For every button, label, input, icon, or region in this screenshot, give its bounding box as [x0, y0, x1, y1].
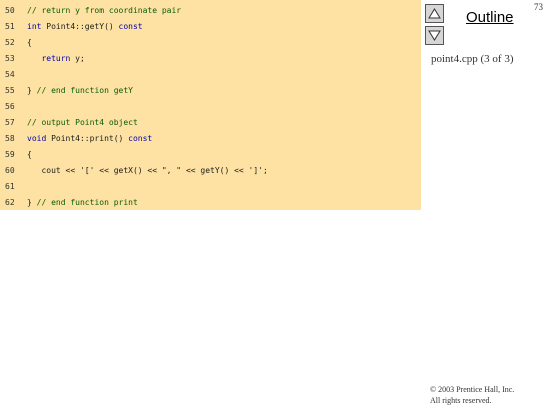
- code-keyword-text: return: [41, 54, 71, 63]
- down-triangle-icon: [428, 30, 441, 41]
- line-number: 62: [5, 198, 15, 207]
- code-line: 53 return y;: [5, 51, 268, 67]
- code-line: 52 {: [5, 35, 268, 51]
- rights-line: All rights reserved.: [430, 396, 492, 405]
- outline-link[interactable]: Outline: [466, 9, 514, 26]
- code-comment-text: // end function print: [36, 198, 138, 207]
- line-number: 53: [5, 54, 15, 63]
- code-line: 58 void Point4::print() const: [5, 131, 268, 147]
- line-number: 50: [5, 6, 15, 15]
- code-line: 55} // end function getY: [5, 83, 268, 99]
- code-listing: 50// return y from coordinate pair 51 int …: [5, 3, 268, 211]
- up-triangle-icon: [428, 8, 441, 19]
- code-plain-text: }: [27, 198, 37, 207]
- line-number: 61: [5, 182, 15, 191]
- code-keyword-text: int: [27, 22, 42, 31]
- code-keyword-text: void: [27, 134, 47, 143]
- line-number: 55: [5, 86, 15, 95]
- code-plain-text: cout << '[' << getX() << ", " << getY() …: [27, 166, 268, 175]
- slide-number: 73: [534, 2, 543, 12]
- code-line: 56: [5, 99, 268, 115]
- line-number: 56: [5, 102, 15, 111]
- line-number: 54: [5, 70, 15, 79]
- code-line: 62} // end function print: [5, 195, 268, 211]
- line-number: 51: [5, 22, 15, 31]
- next-slide-button[interactable]: [425, 26, 444, 45]
- code-comment-text: // return y from coordinate pair: [27, 6, 182, 15]
- code-line: 61: [5, 179, 268, 195]
- line-number: 58: [5, 134, 15, 143]
- line-number: 60: [5, 166, 15, 175]
- code-line: 50 // return y from coordinate pair: [5, 3, 268, 19]
- code-line: 59 {: [5, 147, 268, 163]
- code-plain-text: }: [27, 86, 37, 95]
- copyright-line: © 2003 Prentice Hall, Inc.: [430, 385, 515, 394]
- code-line: 51 int Point4::getY() const: [5, 19, 268, 35]
- code-keyword-text: const: [128, 134, 153, 143]
- line-number: 57: [5, 118, 15, 127]
- previous-slide-button[interactable]: [425, 4, 444, 23]
- copyright-notice: © 2003 Prentice Hall, Inc. All rights re…: [430, 384, 514, 406]
- code-comment-text: // output Point4 object: [27, 118, 138, 127]
- code-plain-text: {: [27, 38, 32, 47]
- code-plain-text: y;: [70, 54, 85, 63]
- code-plain-text: [27, 54, 41, 63]
- code-line: 60 cout << '[' << getX() << ", " << getY…: [5, 163, 268, 179]
- code-plain-text: Point4::print(): [46, 134, 129, 143]
- line-number: 59: [5, 150, 15, 159]
- code-comment-text: // end function getY: [36, 86, 133, 95]
- code-line: 54: [5, 67, 268, 83]
- line-number: 52: [5, 38, 15, 47]
- code-plain-text: {: [27, 150, 32, 159]
- code-plain-text: Point4::getY(): [41, 22, 119, 31]
- code-line: 57 // output Point4 object: [5, 115, 268, 131]
- code-panel: 50// return y from coordinate pair 51 int …: [0, 0, 421, 210]
- file-caption: point4.cpp (3 of 3): [431, 53, 514, 65]
- code-keyword-text: const: [118, 22, 143, 31]
